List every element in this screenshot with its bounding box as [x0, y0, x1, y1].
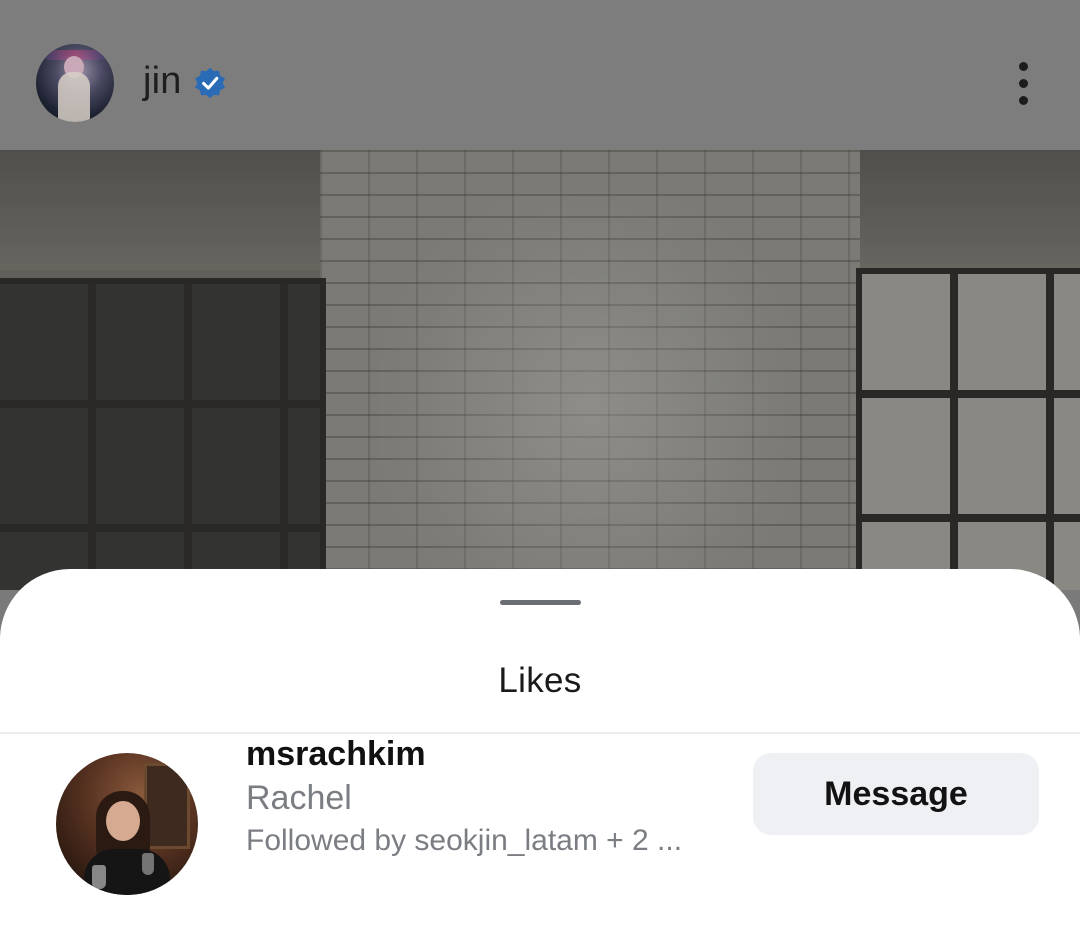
list-item[interactable]: msrachkim Rachel Followed by seokjin_lat… [0, 735, 1080, 932]
more-options-icon[interactable] [1008, 62, 1038, 106]
followed-by-text: Followed by seokjin_latam + 2 ... [246, 824, 683, 857]
background-shelf [144, 763, 190, 849]
verified-badge-icon [195, 67, 225, 99]
wine-glass [142, 853, 154, 875]
drag-handle[interactable] [500, 600, 581, 605]
post-header: jin [0, 0, 1080, 150]
author-avatar[interactable] [36, 44, 114, 122]
liker-full-name: Rachel [246, 779, 352, 817]
avatar[interactable] [56, 753, 198, 895]
sheet-title: Likes [498, 661, 582, 700]
likes-bottom-sheet: Likes msrachkim Rachel Followed by seokj… [0, 569, 1080, 932]
divider [0, 732, 1080, 734]
liker-username[interactable]: msrachkim [246, 735, 426, 774]
avatar-face [106, 801, 140, 841]
photo-scrim [0, 150, 1080, 590]
wine-glass [92, 865, 106, 889]
message-button[interactable]: Message [753, 753, 1039, 835]
avatar-figure [58, 72, 90, 122]
author-username[interactable]: jin [143, 60, 182, 103]
screen: jin Likes msrachkim Rachel Followed by s… [0, 0, 1080, 932]
post-photo[interactable] [0, 150, 1080, 590]
